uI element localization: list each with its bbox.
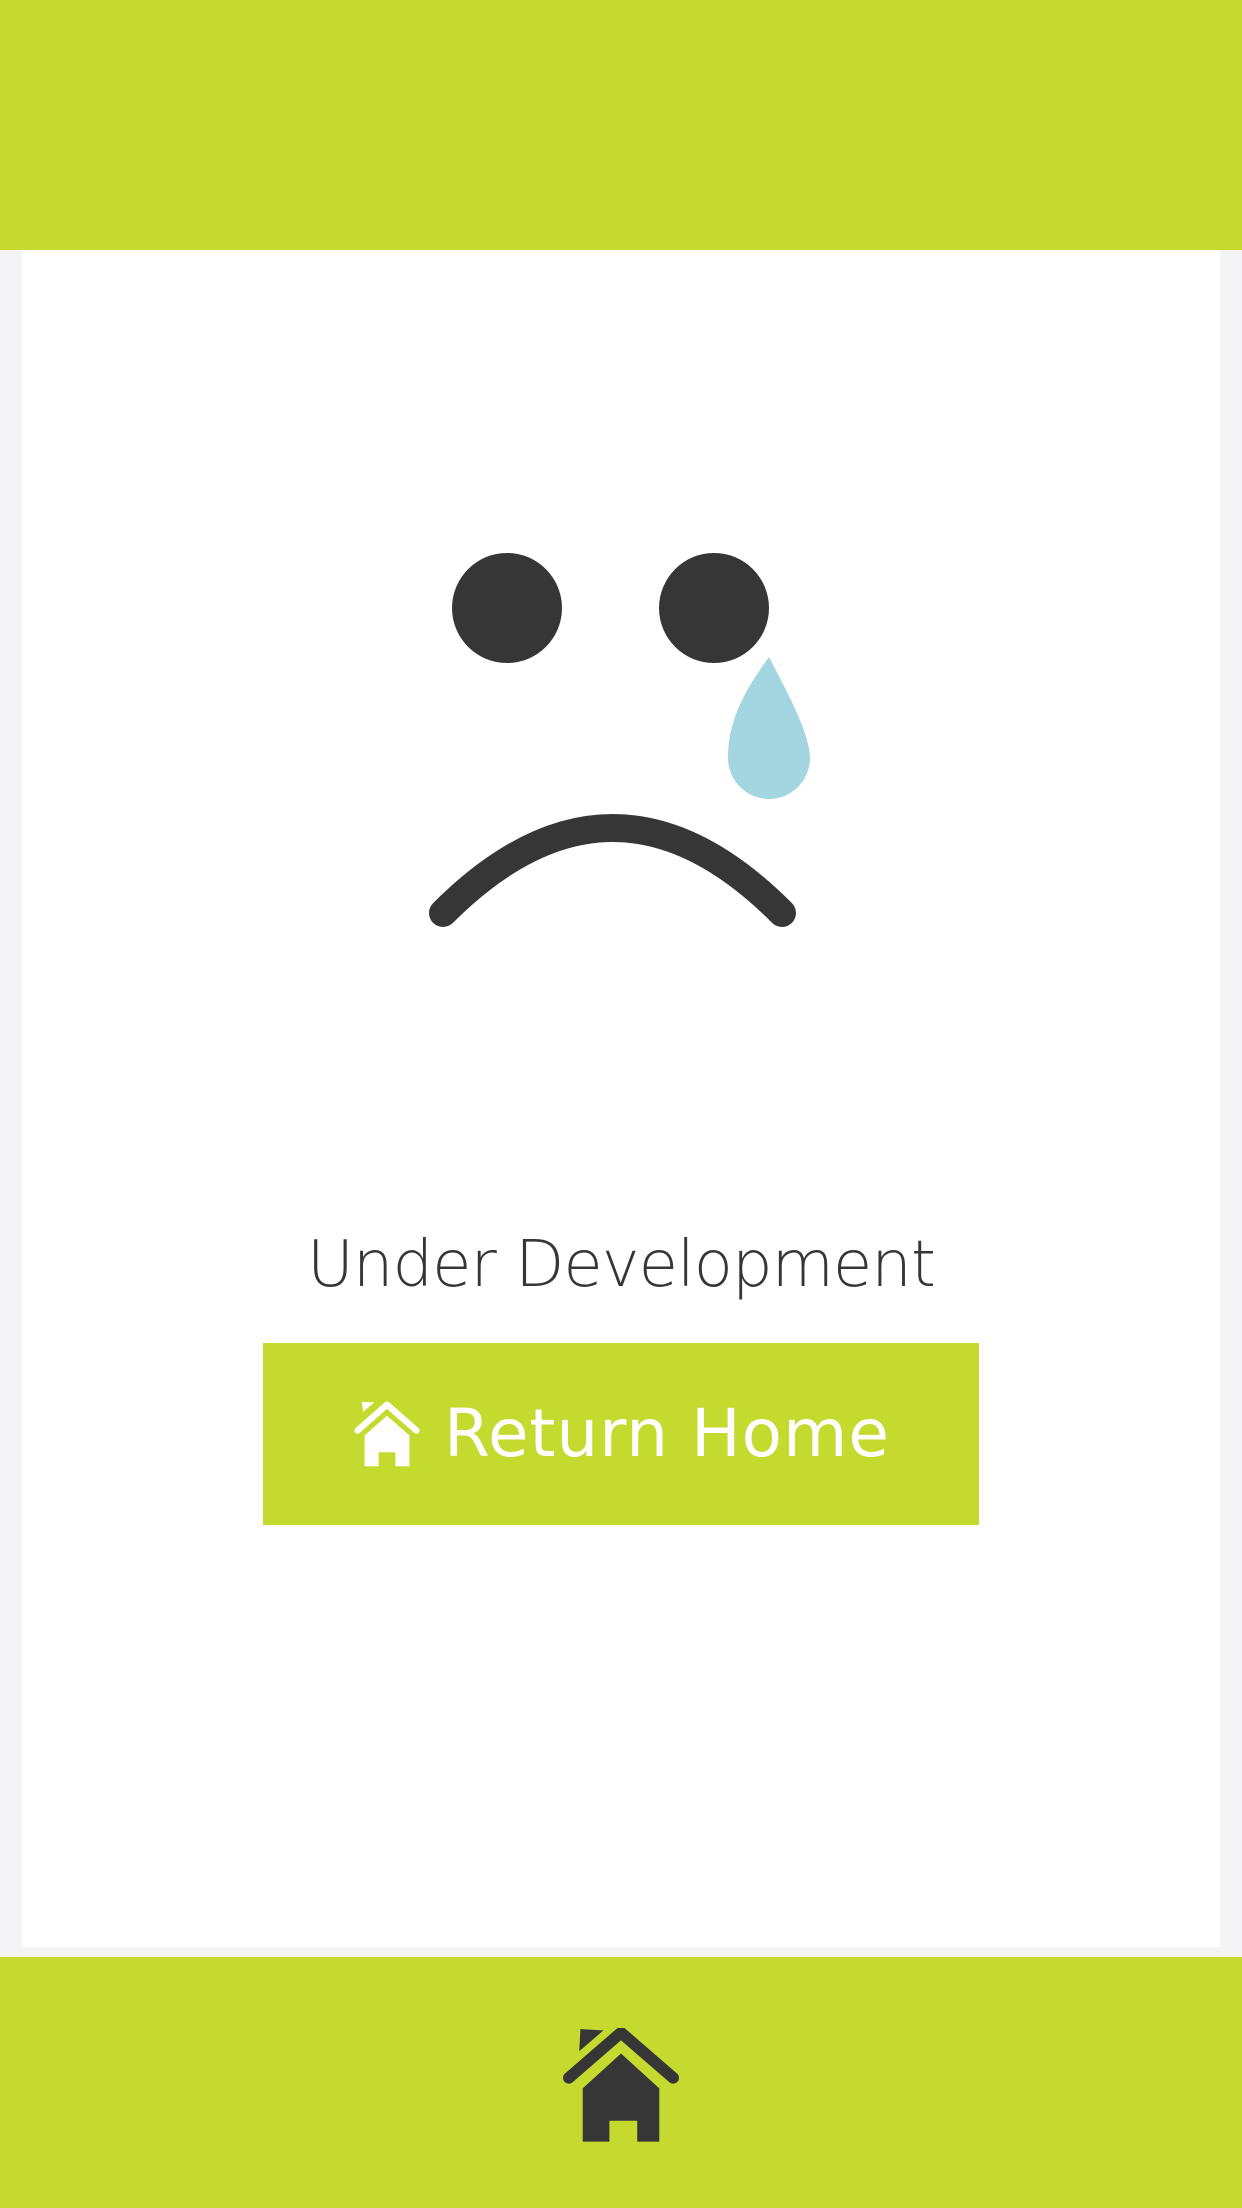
frown-mouth	[429, 814, 796, 927]
tear-drop	[728, 657, 810, 799]
home-icon[interactable]	[563, 2028, 679, 2144]
right-eye	[659, 553, 769, 663]
return-home-label: Return Home	[444, 1395, 890, 1472]
left-eye	[452, 553, 562, 663]
home-icon	[354, 1401, 420, 1467]
return-home-button[interactable]: Return Home	[263, 1343, 979, 1525]
sad-face-icon	[429, 553, 810, 927]
page-title: Under Development	[307, 1228, 936, 1302]
